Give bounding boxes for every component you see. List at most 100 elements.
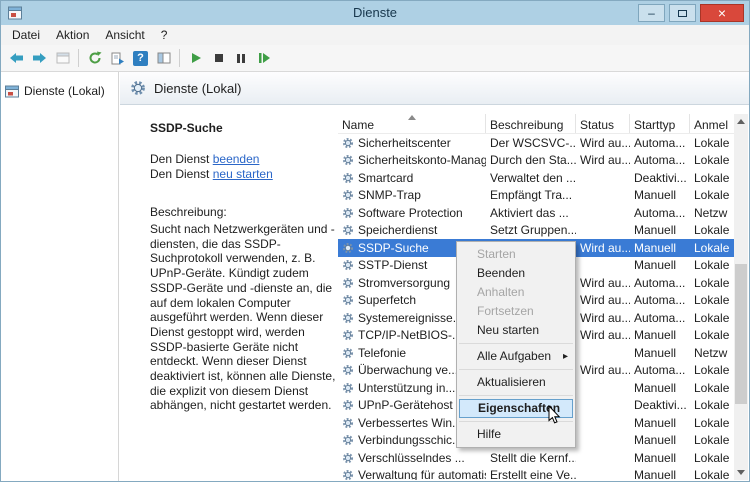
pause-icon (236, 53, 247, 64)
context-menu-item-aktualisieren[interactable]: Aktualisieren (457, 373, 575, 392)
table-row[interactable]: Verschlüsselndes ...Stellt die Kernf...M… (338, 449, 736, 467)
service-starttype-cell: Manuell (630, 222, 690, 240)
stop-service-button[interactable] (207, 47, 230, 69)
scrollbar-thumb[interactable] (735, 264, 747, 404)
service-starttype-cell: Manuell (630, 327, 690, 345)
context-menu-item-neu-starten[interactable]: Neu starten (457, 321, 575, 340)
menu-ansicht[interactable]: Ansicht (97, 26, 152, 44)
service-status-cell (576, 187, 630, 205)
stop-service-link[interactable]: beenden (213, 152, 260, 166)
restart-service-link[interactable]: neu starten (213, 167, 273, 181)
service-status-cell (576, 449, 630, 467)
service-logon-cell: Lokale (690, 152, 736, 170)
toolbar: ? (1, 45, 749, 72)
service-logon-cell: Netzw (690, 344, 736, 362)
context-menu-item-alle-aufgaben[interactable]: Alle Aufgaben▸ (457, 347, 575, 366)
service-logon-cell: Lokale (690, 222, 736, 240)
service-starttype-cell: Automa... (630, 274, 690, 292)
refresh-button[interactable] (83, 47, 106, 69)
start-service-button[interactable] (184, 47, 207, 69)
table-header: Name Beschreibung Status Starttyp Anmel (338, 114, 736, 134)
column-header-beschreibung[interactable]: Beschreibung (486, 114, 576, 133)
service-status-cell (576, 432, 630, 450)
service-status-cell (576, 344, 630, 362)
service-logon-cell: Lokale (690, 414, 736, 432)
tree-item-dienste-lokal[interactable]: Dienste (Lokal) (5, 84, 114, 98)
maximize-button[interactable] (669, 4, 696, 22)
console-window-button[interactable] (51, 47, 74, 69)
context-menu-item-anhalten[interactable]: Anhalten (457, 283, 575, 302)
console-tree-icon (157, 52, 171, 64)
service-logon-cell: Lokale (690, 187, 736, 205)
menu-separator (459, 343, 573, 344)
service-name-cell: Verschlüsselndes ... (338, 449, 486, 467)
service-status-cell (576, 257, 630, 275)
column-header-starttyp[interactable]: Starttyp (630, 114, 690, 133)
console-tree-panel: Dienste (Lokal) (1, 72, 119, 481)
restart-icon (258, 52, 271, 64)
table-row[interactable]: Sicherheitskonto-ManagerDurch den Sta...… (338, 152, 736, 170)
forward-button[interactable] (28, 47, 51, 69)
vertical-scrollbar[interactable] (734, 114, 748, 480)
pause-service-button[interactable] (230, 47, 253, 69)
restart-service-button[interactable] (253, 47, 276, 69)
help-icon: ? (133, 51, 148, 66)
service-description-cell: Aktiviert das ... (486, 204, 576, 222)
scroll-down-icon (737, 470, 745, 475)
table-row[interactable]: SmartcardVerwaltet den ...Deaktivi...Lok… (338, 169, 736, 187)
back-button[interactable] (5, 47, 28, 69)
table-row[interactable]: SicherheitscenterDer WSCSVC-...Wird au..… (338, 134, 736, 152)
scroll-up-icon (737, 119, 745, 124)
context-menu-item-hilfe[interactable]: Hilfe (457, 425, 575, 444)
back-icon (9, 52, 24, 64)
help-button[interactable]: ? (129, 47, 152, 69)
service-status-cell (576, 467, 630, 481)
column-header-status[interactable]: Status (576, 114, 630, 133)
context-menu-item-fortsetzen[interactable]: Fortsetzen (457, 302, 575, 321)
scroll-up-button[interactable] (734, 114, 748, 129)
service-gear-icon (342, 172, 354, 184)
service-gear-icon (342, 224, 354, 236)
service-name-cell: SNMP-Trap (338, 187, 486, 205)
minimize-button[interactable]: – (638, 4, 665, 22)
service-gear-icon (342, 382, 354, 394)
table-row[interactable]: SpeicherdienstSetzt Gruppen...ManuellLok… (338, 222, 736, 240)
show-hide-console-tree-button[interactable] (152, 47, 175, 69)
menu-datei[interactable]: Datei (4, 26, 48, 44)
service-status-cell: Wird au... (576, 134, 630, 152)
service-starttype-cell: Automa... (630, 134, 690, 152)
close-button[interactable]: × (700, 4, 744, 22)
context-menu-item-starten[interactable]: Starten (457, 245, 575, 264)
stop-service-line: Den Dienst beenden (150, 152, 328, 167)
service-logon-cell: Lokale (690, 134, 736, 152)
menu-aktion[interactable]: Aktion (48, 26, 97, 44)
service-description-cell: Stellt die Kernf... (486, 449, 576, 467)
table-row[interactable]: Verwaltung für automatisch...Erstellt ei… (338, 467, 736, 481)
service-gear-icon (342, 434, 354, 446)
menu-help[interactable]: ? (153, 26, 176, 44)
scroll-down-button[interactable] (734, 465, 748, 480)
service-status-cell (576, 204, 630, 222)
service-starttype-cell: Manuell (630, 379, 690, 397)
column-header-anmelden[interactable]: Anmel (690, 114, 736, 133)
service-gear-icon (342, 417, 354, 429)
service-starttype-cell: Manuell (630, 414, 690, 432)
context-menu-item-beenden[interactable]: Beenden (457, 264, 575, 283)
service-gear-icon (342, 469, 354, 480)
services-mmc-window: Dienste – × Datei Aktion Ansicht ? ? Die… (0, 0, 750, 482)
export-list-button[interactable] (106, 47, 129, 69)
service-description-cell: Setzt Gruppen... (486, 222, 576, 240)
toolbar-separator (78, 49, 79, 67)
service-status-cell (576, 222, 630, 240)
service-status-cell (576, 169, 630, 187)
title-bar: Dienste – × (1, 1, 749, 25)
service-gear-icon (342, 137, 354, 149)
service-logon-cell: Lokale (690, 292, 736, 310)
service-status-cell: Wird au... (576, 152, 630, 170)
table-row[interactable]: Software ProtectionAktiviert das ...Auto… (338, 204, 736, 222)
service-starttype-cell: Automa... (630, 362, 690, 380)
table-row[interactable]: SNMP-TrapEmpfängt Tra...ManuellLokale (338, 187, 736, 205)
sort-ascending-icon (408, 115, 416, 120)
service-logon-cell: Lokale (690, 239, 736, 257)
service-logon-cell: Lokale (690, 257, 736, 275)
